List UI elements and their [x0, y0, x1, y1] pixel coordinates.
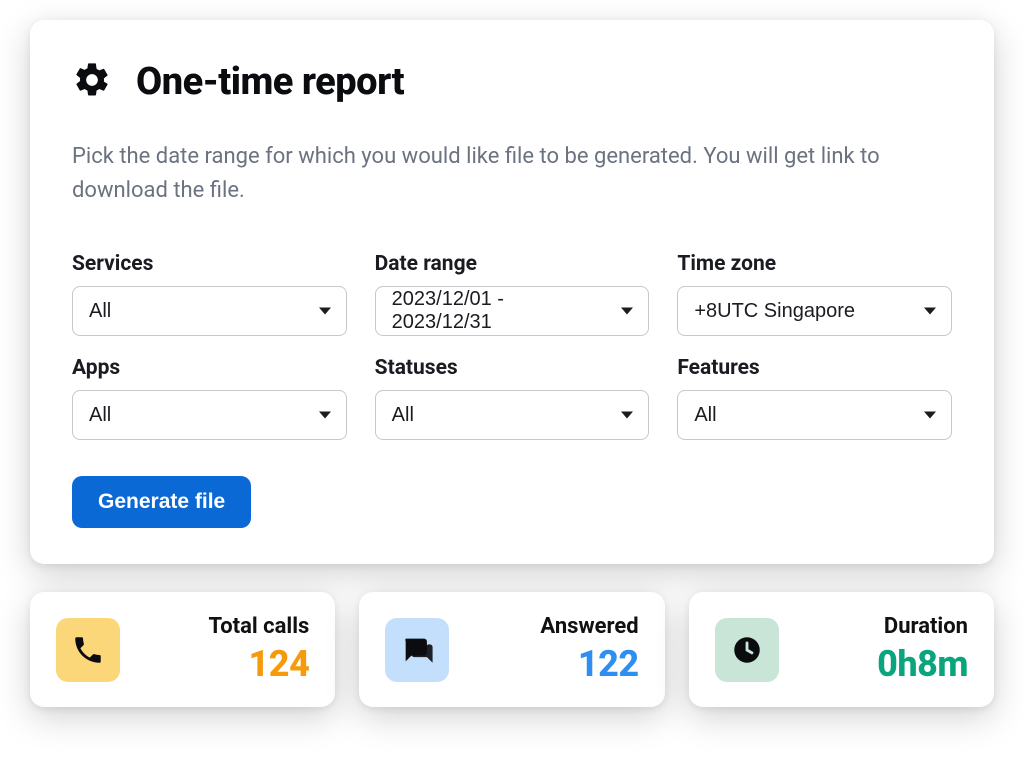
date-range-label: Date range: [375, 252, 650, 276]
timezone-select[interactable]: +8UTC Singapore: [677, 286, 952, 336]
apps-field: Apps All: [72, 356, 347, 440]
services-field: Services All: [72, 252, 347, 336]
gear-icon: [72, 60, 112, 104]
apps-value: All: [89, 404, 111, 427]
stat-card-total-calls: Total calls 124: [30, 592, 335, 707]
services-select[interactable]: All: [72, 286, 347, 336]
apps-select-wrap: All: [72, 390, 347, 440]
features-field: Features All: [677, 356, 952, 440]
clock-icon: [715, 618, 779, 682]
timezone-label: Time zone: [677, 252, 952, 276]
generate-file-button[interactable]: Generate file: [72, 476, 251, 528]
answered-label: Answered: [540, 614, 638, 639]
statuses-select[interactable]: All: [375, 390, 650, 440]
duration-value: 0h8m: [877, 643, 968, 685]
services-select-wrap: All: [72, 286, 347, 336]
features-select[interactable]: All: [677, 390, 952, 440]
statuses-field: Statuses All: [375, 356, 650, 440]
total-calls-value: 124: [249, 643, 310, 685]
timezone-field: Time zone +8UTC Singapore: [677, 252, 952, 336]
features-select-wrap: All: [677, 390, 952, 440]
form-grid: Services All Date range 2023/12/01 - 202…: [72, 252, 952, 440]
date-range-select-wrap: 2023/12/01 - 2023/12/31: [375, 286, 650, 336]
date-range-select[interactable]: 2023/12/01 - 2023/12/31: [375, 286, 650, 336]
stat-text: Answered 122: [540, 614, 638, 685]
statuses-label: Statuses: [375, 356, 650, 380]
phone-icon: [56, 618, 120, 682]
services-value: All: [89, 300, 111, 323]
features-label: Features: [677, 356, 952, 380]
statuses-value: All: [392, 404, 414, 427]
stat-card-answered: Answered 122: [359, 592, 664, 707]
statuses-select-wrap: All: [375, 390, 650, 440]
answered-value: 122: [578, 643, 639, 685]
features-value: All: [694, 404, 716, 427]
card-header: One-time report: [72, 60, 952, 104]
stat-text: Total calls 124: [208, 614, 309, 685]
date-range-field: Date range 2023/12/01 - 2023/12/31: [375, 252, 650, 336]
card-title: One-time report: [136, 60, 404, 104]
timezone-value: +8UTC Singapore: [694, 300, 855, 323]
stat-text: Duration 0h8m: [877, 614, 968, 685]
report-card: One-time report Pick the date range for …: [30, 20, 994, 564]
services-label: Services: [72, 252, 347, 276]
stats-row: Total calls 124 Answered 122 Duration 0h…: [30, 592, 994, 707]
apps-label: Apps: [72, 356, 347, 380]
card-description: Pick the date range for which you would …: [72, 140, 952, 208]
date-range-value: 2023/12/01 - 2023/12/31: [392, 288, 605, 334]
apps-select[interactable]: All: [72, 390, 347, 440]
duration-label: Duration: [884, 614, 968, 639]
timezone-select-wrap: +8UTC Singapore: [677, 286, 952, 336]
total-calls-label: Total calls: [208, 614, 309, 639]
stat-card-duration: Duration 0h8m: [689, 592, 994, 707]
chat-icon: [385, 618, 449, 682]
